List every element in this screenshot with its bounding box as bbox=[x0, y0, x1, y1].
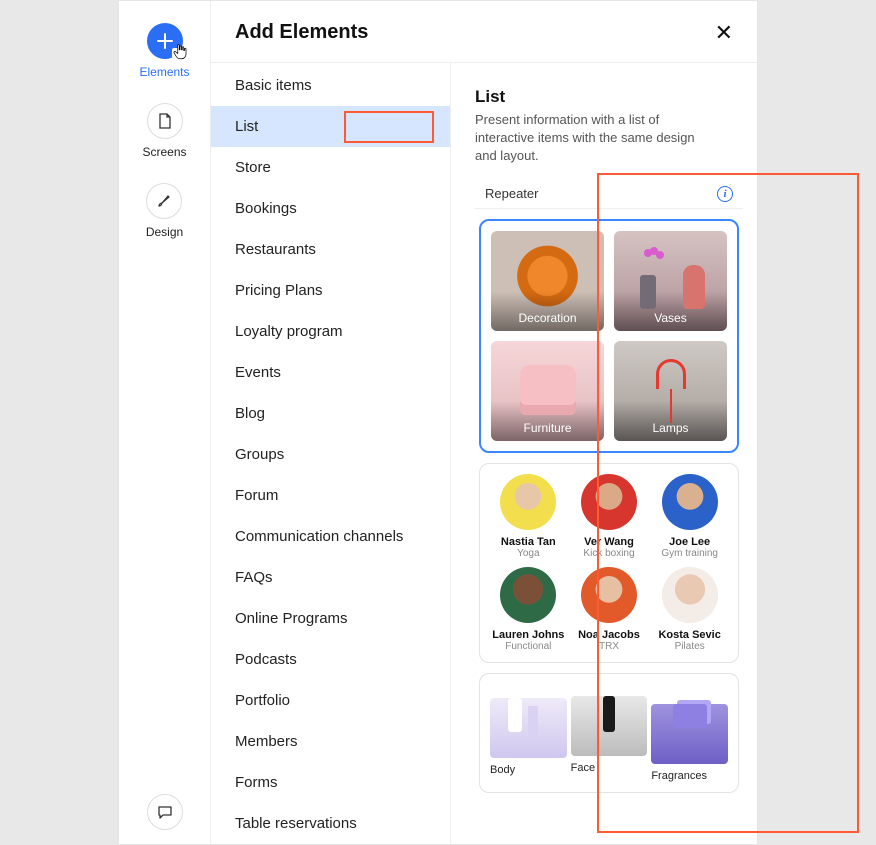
panel-title: Add Elements bbox=[235, 21, 368, 44]
preview-pane: List Present information with a list of … bbox=[451, 63, 757, 844]
rail-design-label: Design bbox=[146, 225, 183, 239]
repeater-template-products[interactable]: Body Face Fragrances bbox=[479, 673, 739, 793]
brush-icon bbox=[146, 183, 182, 219]
cat-portfolio[interactable]: Portfolio bbox=[211, 680, 450, 721]
tile-furniture: Furniture bbox=[491, 341, 604, 441]
product-image bbox=[571, 696, 648, 756]
avatar bbox=[581, 474, 637, 530]
avatar bbox=[581, 567, 637, 623]
rail-screens[interactable]: Screens bbox=[142, 103, 186, 159]
cat-communication-channels[interactable]: Communication channels bbox=[211, 516, 450, 557]
panel-header: Add Elements ✕ bbox=[211, 1, 757, 63]
person-card: Joe Lee Gym training bbox=[651, 474, 728, 559]
chat-icon[interactable] bbox=[147, 794, 183, 830]
preview-description: Present information with a list of inter… bbox=[475, 111, 715, 166]
repeater-template-people[interactable]: Nastia Tan Yoga Ver Wang Kick boxing Joe… bbox=[479, 463, 739, 663]
avatar bbox=[662, 474, 718, 530]
product-card: Fragrances bbox=[651, 684, 728, 782]
repeater-section-header: Repeater i bbox=[475, 182, 743, 209]
cat-basic-items[interactable]: Basic items bbox=[211, 65, 450, 106]
person-card: Lauren Johns Functional bbox=[490, 567, 567, 652]
section-name: Repeater bbox=[485, 186, 538, 201]
tile-lamps: Lamps bbox=[614, 341, 727, 441]
cat-events[interactable]: Events bbox=[211, 352, 450, 393]
product-image bbox=[490, 698, 567, 758]
rail-elements[interactable]: Elements bbox=[139, 23, 189, 79]
add-elements-panel: Add Elements ✕ Basic items List Store Bo… bbox=[211, 1, 757, 844]
plus-icon bbox=[147, 23, 183, 59]
cat-pricing-plans[interactable]: Pricing Plans bbox=[211, 270, 450, 311]
cat-faqs[interactable]: FAQs bbox=[211, 557, 450, 598]
avatar bbox=[500, 474, 556, 530]
left-rail: Elements Screens Design bbox=[119, 1, 211, 844]
product-card: Body bbox=[490, 684, 567, 782]
cat-loyalty-program[interactable]: Loyalty program bbox=[211, 311, 450, 352]
cat-podcasts[interactable]: Podcasts bbox=[211, 639, 450, 680]
rail-elements-label: Elements bbox=[139, 65, 189, 79]
cat-table-reservations[interactable]: Table reservations bbox=[211, 803, 450, 844]
rail-design[interactable]: Design bbox=[146, 183, 183, 239]
product-image bbox=[651, 704, 728, 764]
cat-restaurants[interactable]: Restaurants bbox=[211, 229, 450, 270]
cat-forum[interactable]: Forum bbox=[211, 475, 450, 516]
page-icon bbox=[147, 103, 183, 139]
product-card: Face bbox=[571, 684, 648, 782]
preview-title: List bbox=[475, 87, 743, 107]
avatar bbox=[662, 567, 718, 623]
category-list[interactable]: Basic items List Store Bookings Restaura… bbox=[211, 63, 451, 844]
person-card: Noa Jacobs TRX bbox=[571, 567, 648, 652]
cat-forms[interactable]: Forms bbox=[211, 762, 450, 803]
repeater-template-tiles[interactable]: Decoration Vases Furniture Lamps bbox=[479, 219, 739, 453]
cat-online-programs[interactable]: Online Programs bbox=[211, 598, 450, 639]
rail-screens-label: Screens bbox=[142, 145, 186, 159]
close-icon[interactable]: ✕ bbox=[715, 22, 733, 44]
person-card: Ver Wang Kick boxing bbox=[571, 474, 648, 559]
avatar bbox=[500, 567, 556, 623]
tile-decoration: Decoration bbox=[491, 231, 604, 331]
person-card: Nastia Tan Yoga bbox=[490, 474, 567, 559]
info-icon[interactable]: i bbox=[717, 186, 733, 202]
cat-members[interactable]: Members bbox=[211, 721, 450, 762]
cat-blog[interactable]: Blog bbox=[211, 393, 450, 434]
cat-groups[interactable]: Groups bbox=[211, 434, 450, 475]
cat-store[interactable]: Store bbox=[211, 147, 450, 188]
tile-vases: Vases bbox=[614, 231, 727, 331]
cat-bookings[interactable]: Bookings bbox=[211, 188, 450, 229]
person-card: Kosta Sevic Pilates bbox=[651, 567, 728, 652]
cat-list[interactable]: List bbox=[211, 106, 450, 147]
